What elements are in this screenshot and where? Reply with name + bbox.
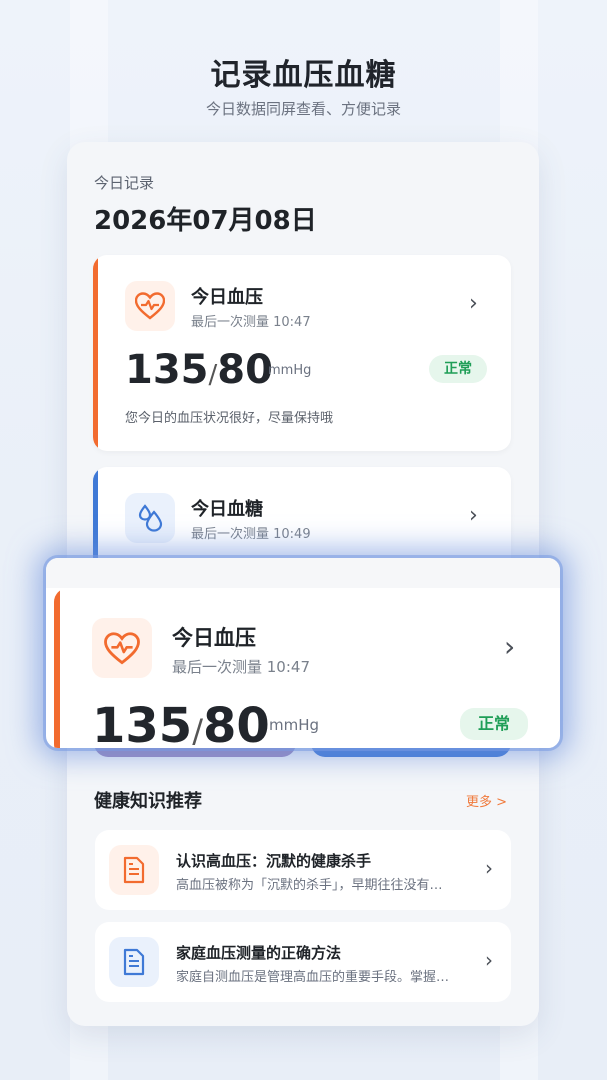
blood-pressure-card[interactable]: 今日血压 最后一次测量 10:47 › 135/80 mmHg 正常 您今日的血… xyxy=(93,255,511,451)
zoomed-bp-card: 今日血压 最后一次测量 10:47 › 135/80 mmHg 正常 xyxy=(46,558,560,748)
document-icon xyxy=(109,845,159,895)
bp-unit: mmHg xyxy=(268,363,312,378)
article-item[interactable]: 家庭血压测量的正确方法 家庭自测血压是管理高血压的重要手段。掌握… › xyxy=(95,922,511,1002)
diastolic-value: 80 xyxy=(217,347,273,393)
article-description: 高血压被称为「沉默的杀手」，早期往往没有… xyxy=(176,878,443,893)
promo-subtitle: 今日数据同屏查看、方便记录 xyxy=(205,100,401,118)
today-label: 今日记录 xyxy=(94,174,155,192)
chevron-right-icon[interactable]: › xyxy=(504,630,515,663)
article-item[interactable]: 认识高血压：沉默的健康杀手 高血压被称为「沉默的杀手」，早期往往没有… › xyxy=(95,830,511,910)
systolic-value: 135 xyxy=(125,347,209,393)
card-last-measured: 最后一次测量 10:47 xyxy=(191,315,311,330)
more-link[interactable]: 更多 > xyxy=(466,791,507,810)
card-last-measured: 最后一次测量 10:49 xyxy=(191,527,311,542)
article-title: 认识高血压：沉默的健康杀手 xyxy=(176,852,372,870)
section-title: 健康知识推荐 xyxy=(94,791,202,812)
status-bar-peek xyxy=(67,142,539,148)
reading-separator: / xyxy=(192,712,203,748)
card-accent-bar xyxy=(93,255,98,451)
diastolic-value: 80 xyxy=(202,698,270,748)
zoom-top-strip xyxy=(46,558,560,588)
promo-title: 记录血压血糖 xyxy=(210,58,397,93)
chevron-right-icon[interactable]: › xyxy=(485,856,493,880)
today-date: 2026年07月08日 xyxy=(94,206,317,236)
card-title: 今日血压 xyxy=(191,287,263,308)
heart-pulse-icon xyxy=(125,281,175,331)
water-drops-icon xyxy=(125,493,175,543)
card-accent-bar xyxy=(54,588,60,748)
chevron-right-icon[interactable]: › xyxy=(485,948,493,972)
status-badge: 正常 xyxy=(429,355,487,383)
status-badge: 正常 xyxy=(460,708,528,740)
card-title: 今日血糖 xyxy=(191,499,263,520)
systolic-value: 135 xyxy=(92,698,193,748)
article-title: 家庭血压测量的正确方法 xyxy=(176,944,342,962)
zoomed-card[interactable]: 今日血压 最后一次测量 10:47 › 135/80 mmHg 正常 xyxy=(54,588,554,748)
bp-description: 您今日的血压状况很好，尽量保持哦 xyxy=(125,411,334,426)
chevron-right-icon[interactable]: › xyxy=(469,503,478,528)
chevron-right-icon[interactable]: › xyxy=(469,291,478,316)
card-last-measured: 最后一次测量 10:47 xyxy=(172,658,310,676)
card-title: 今日血压 xyxy=(172,626,256,650)
heart-pulse-icon xyxy=(92,618,152,678)
bp-reading: 135/80 xyxy=(125,347,273,393)
article-description: 家庭自测血压是管理高血压的重要手段。掌握… xyxy=(176,970,450,985)
reading-separator: / xyxy=(208,360,218,390)
bp-reading: 135/80 xyxy=(92,698,270,748)
document-icon xyxy=(109,937,159,987)
bp-unit: mmHg xyxy=(269,716,320,734)
